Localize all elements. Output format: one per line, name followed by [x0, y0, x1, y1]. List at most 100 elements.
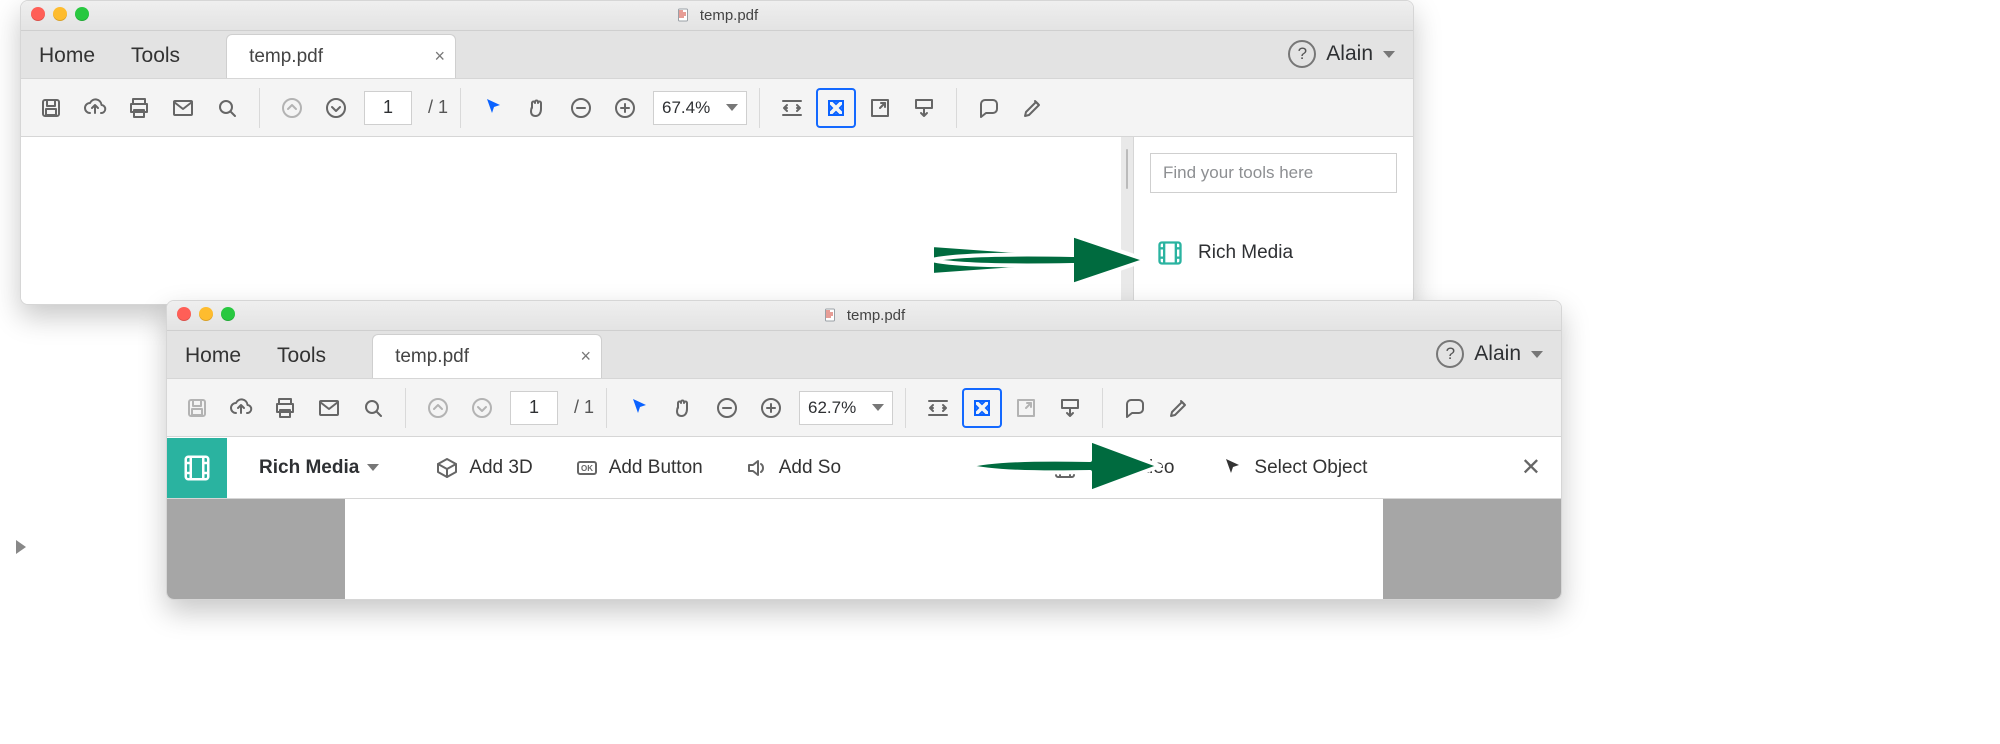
close-window-button[interactable]	[177, 307, 191, 321]
cursor-icon	[1220, 456, 1244, 480]
selection-tool-button[interactable]	[473, 88, 513, 128]
pdf-canvas[interactable]	[21, 137, 1121, 304]
fullscreen-window-button[interactable]	[221, 307, 235, 321]
print-button[interactable]	[265, 388, 305, 428]
nav-home[interactable]: Home	[185, 344, 241, 368]
search-button[interactable]	[207, 88, 247, 128]
chevron-down-icon	[367, 464, 379, 471]
select-object-button[interactable]: Select Object	[1220, 456, 1367, 480]
highlight-button[interactable]	[1013, 88, 1053, 128]
hand-tool-button[interactable]	[663, 388, 703, 428]
window-1: temp.pdf Home Tools temp.pdf × ? Alain 1…	[20, 0, 1414, 305]
divider	[405, 388, 406, 428]
tab-close-button[interactable]: ×	[435, 46, 446, 67]
email-button[interactable]	[309, 388, 349, 428]
nav-tools[interactable]: Tools	[131, 44, 180, 68]
zoom-in-button[interactable]	[605, 88, 645, 128]
tool-rich-media[interactable]: Rich Media	[1150, 239, 1397, 267]
user-name[interactable]: Alain	[1326, 42, 1373, 66]
fullscreen-button[interactable]	[1006, 388, 1046, 428]
cloud-upload-button[interactable]	[221, 388, 261, 428]
page-down-button[interactable]	[462, 388, 502, 428]
cloud-upload-button[interactable]	[75, 88, 115, 128]
fit-width-button[interactable]	[772, 88, 812, 128]
tab-label: temp.pdf	[395, 346, 469, 368]
zoom-dropdown[interactable]: 62.7%	[799, 391, 893, 425]
rich-media-menu[interactable]: Rich Media	[259, 457, 379, 479]
nav-home[interactable]: Home	[39, 44, 95, 68]
page-number-input[interactable]: 1	[510, 391, 558, 425]
print-button[interactable]	[119, 88, 159, 128]
film-icon	[1053, 456, 1077, 480]
pdf-file-icon	[823, 308, 839, 324]
minimize-window-button[interactable]	[199, 307, 213, 321]
document-tab[interactable]: temp.pdf ×	[372, 334, 602, 378]
account-area: ? Alain	[1426, 340, 1561, 378]
tools-search-placeholder: Find your tools here	[1163, 163, 1313, 183]
chevron-down-icon	[726, 104, 738, 111]
search-button[interactable]	[353, 388, 393, 428]
tab-label: temp.pdf	[249, 46, 323, 68]
comment-button[interactable]	[969, 88, 1009, 128]
window-2: temp.pdf Home Tools temp.pdf × ? Alain 1…	[166, 300, 1562, 600]
user-name[interactable]: Alain	[1474, 342, 1521, 366]
pdf-canvas[interactable]	[345, 499, 1383, 599]
close-window-button[interactable]	[31, 7, 45, 21]
tab-close-button[interactable]: ×	[581, 346, 592, 367]
hand-tool-button[interactable]	[517, 88, 557, 128]
save-button[interactable]	[177, 388, 217, 428]
zoom-out-button[interactable]	[707, 388, 747, 428]
fit-page-button[interactable]	[962, 388, 1002, 428]
divider	[1102, 388, 1103, 428]
fullscreen-button[interactable]	[860, 88, 900, 128]
rich-media-toolbar: Rich Media Add 3D OK Add Button Add So A…	[167, 437, 1561, 499]
fit-width-button[interactable]	[918, 388, 958, 428]
close-toolbar-button[interactable]: ✕	[1515, 453, 1547, 482]
tool-rich-media-label: Rich Media	[1198, 242, 1293, 264]
zoom-out-button[interactable]	[561, 88, 601, 128]
add-sound-label: Add So	[779, 457, 841, 479]
read-mode-button[interactable]	[1050, 388, 1090, 428]
page-up-button[interactable]	[418, 388, 458, 428]
highlight-button[interactable]	[1159, 388, 1199, 428]
page-number-input[interactable]: 1	[364, 91, 412, 125]
fullscreen-window-button[interactable]	[75, 7, 89, 21]
traffic-lights	[177, 307, 235, 321]
help-button[interactable]: ?	[1436, 340, 1464, 368]
email-button[interactable]	[163, 88, 203, 128]
ok-button-icon: OK	[575, 456, 599, 480]
divider	[759, 88, 760, 128]
save-button[interactable]	[31, 88, 71, 128]
traffic-lights	[31, 7, 89, 21]
nav-links: Home Tools	[21, 44, 198, 78]
nav-tools[interactable]: Tools	[277, 344, 326, 368]
user-menu-caret-icon[interactable]	[1531, 351, 1543, 358]
tab-strip: Home Tools temp.pdf × ? Alain	[21, 31, 1413, 79]
selection-tool-button[interactable]	[619, 388, 659, 428]
rich-media-tool-icon	[167, 438, 227, 498]
tools-pane: Find your tools here Rich Media	[1133, 137, 1413, 304]
document-tab[interactable]: temp.pdf ×	[226, 34, 456, 78]
add-button-button[interactable]: OK Add Button	[575, 456, 703, 480]
read-mode-button[interactable]	[904, 88, 944, 128]
add-video-button[interactable]: Add Video	[1053, 456, 1174, 480]
zoom-in-button[interactable]	[751, 388, 791, 428]
divider	[460, 88, 461, 128]
page-down-button[interactable]	[316, 88, 356, 128]
zoom-value: 62.7%	[808, 398, 856, 418]
fit-page-button[interactable]	[816, 88, 856, 128]
comment-button[interactable]	[1115, 388, 1155, 428]
page-total: / 1	[574, 397, 594, 418]
pane-resize-handle[interactable]	[1121, 137, 1133, 304]
page-up-button[interactable]	[272, 88, 312, 128]
zoom-dropdown[interactable]: 67.4%	[653, 91, 747, 125]
tools-search-input[interactable]: Find your tools here	[1150, 153, 1397, 193]
add-sound-button[interactable]: Add So	[745, 456, 841, 480]
help-button[interactable]: ?	[1288, 40, 1316, 68]
add-button-label: Add Button	[609, 457, 703, 479]
add-3d-button[interactable]: Add 3D	[435, 456, 532, 480]
minimize-window-button[interactable]	[53, 7, 67, 21]
rich-media-menu-label: Rich Media	[259, 457, 359, 479]
user-menu-caret-icon[interactable]	[1383, 51, 1395, 58]
tab-strip: Home Tools temp.pdf × ? Alain	[167, 331, 1561, 379]
